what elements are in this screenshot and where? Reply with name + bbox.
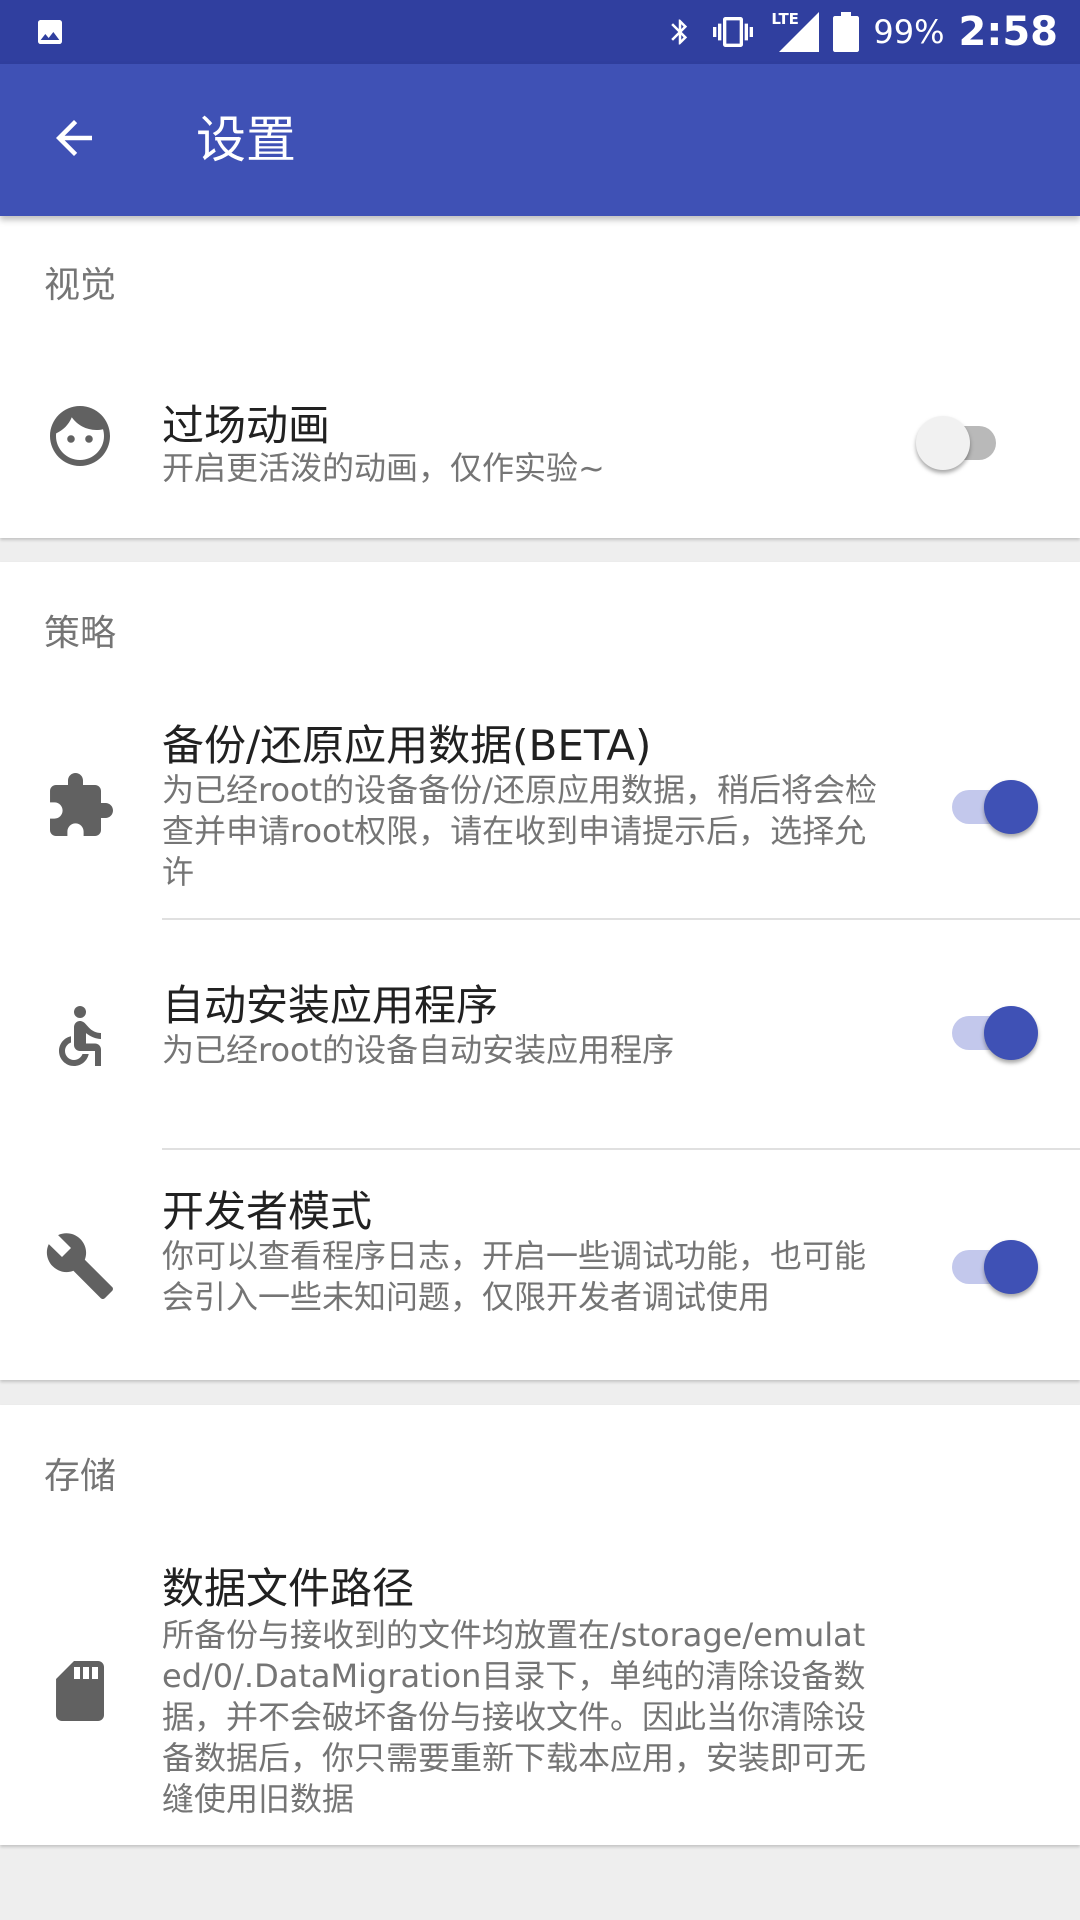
pref-title: 数据文件路径 xyxy=(162,1564,415,1613)
pref-summary: 你可以查看程序日志，开启一些调试功能，也可能会引入一些未知问题，仅限开发者调试使… xyxy=(162,1237,867,1316)
section-header-strategy: 策略 xyxy=(44,613,117,654)
lte-signal-icon: LTE xyxy=(771,10,820,52)
app-bar: 设置 xyxy=(0,64,1080,216)
pref-title: 过场动画 xyxy=(162,401,331,450)
pref-summary: 为已经root的设备备份/还原应用数据，稍后将会检查并申请root权限，请在收到… xyxy=(162,771,877,891)
pref-summary: 开启更活泼的动画，仅作实验~ xyxy=(162,449,605,487)
puzzle-piece-icon xyxy=(44,770,116,842)
bluetooth-icon xyxy=(665,14,695,50)
pref-summary: 为已经root的设备自动安装应用程序 xyxy=(162,1031,675,1069)
storage-section: 存储 数据文件路径 所备份与接收到的文件均放置在/storage/emulate… xyxy=(0,1405,1080,1845)
pref-title: 自动安装应用程序 xyxy=(162,981,499,1030)
battery-icon xyxy=(833,12,860,52)
face-icon xyxy=(44,400,116,472)
status-icons: LTE 99% 2:58 xyxy=(665,0,1058,64)
wrench-icon xyxy=(44,1230,116,1302)
visual-section: 视觉 过场动画 开启更活泼的动画，仅作实验~ xyxy=(0,216,1080,538)
divider xyxy=(162,918,1080,920)
accessibility-icon xyxy=(44,1000,116,1072)
auto-install-switch[interactable] xyxy=(942,996,1038,1060)
pref-data-file-path[interactable]: 数据文件路径 所备份与接收到的文件均放置在/storage/emulated/0… xyxy=(0,1555,1080,1818)
pref-title: 备份/还原应用数据(BETA) xyxy=(162,721,652,770)
strategy-section: 策略 备份/还原应用数据(BETA) 为已经root的设备备份/还原应用数据，稍… xyxy=(0,562,1080,1380)
back-button[interactable] xyxy=(36,102,112,178)
developer-mode-switch[interactable] xyxy=(942,1230,1038,1294)
battery-percent: 99% xyxy=(873,13,945,51)
status-bar: LTE 99% 2:58 xyxy=(0,0,1080,64)
section-header-storage: 存储 xyxy=(44,1456,117,1497)
clock: 2:58 xyxy=(958,9,1059,55)
page-title: 设置 xyxy=(196,111,296,169)
pref-auto-install[interactable]: 自动安装应用程序 为已经root的设备自动安装应用程序 xyxy=(0,972,1080,1092)
arrow-back-icon xyxy=(47,111,101,169)
sd-card-icon xyxy=(44,1655,116,1727)
pref-summary: 所备份与接收到的文件均放置在/storage/emulated/0/.DataM… xyxy=(162,1616,867,1818)
pref-title: 开发者模式 xyxy=(162,1187,373,1236)
transition-animation-switch[interactable] xyxy=(916,406,1004,470)
backup-restore-switch[interactable] xyxy=(942,770,1038,834)
divider xyxy=(162,1148,1080,1150)
vibrate-icon xyxy=(709,12,757,52)
pref-transition-animation[interactable]: 过场动画 开启更活泼的动画，仅作实验~ xyxy=(0,376,1080,500)
section-header-visual: 视觉 xyxy=(44,265,117,306)
pref-developer-mode[interactable]: 开发者模式 你可以查看程序日志，开启一些调试功能，也可能会引入一些未知问题，仅限… xyxy=(0,1178,1080,1350)
pref-backup-restore[interactable]: 备份/还原应用数据(BETA) 为已经root的设备备份/还原应用数据，稍后将会… xyxy=(0,712,1080,891)
image-icon xyxy=(34,16,66,48)
